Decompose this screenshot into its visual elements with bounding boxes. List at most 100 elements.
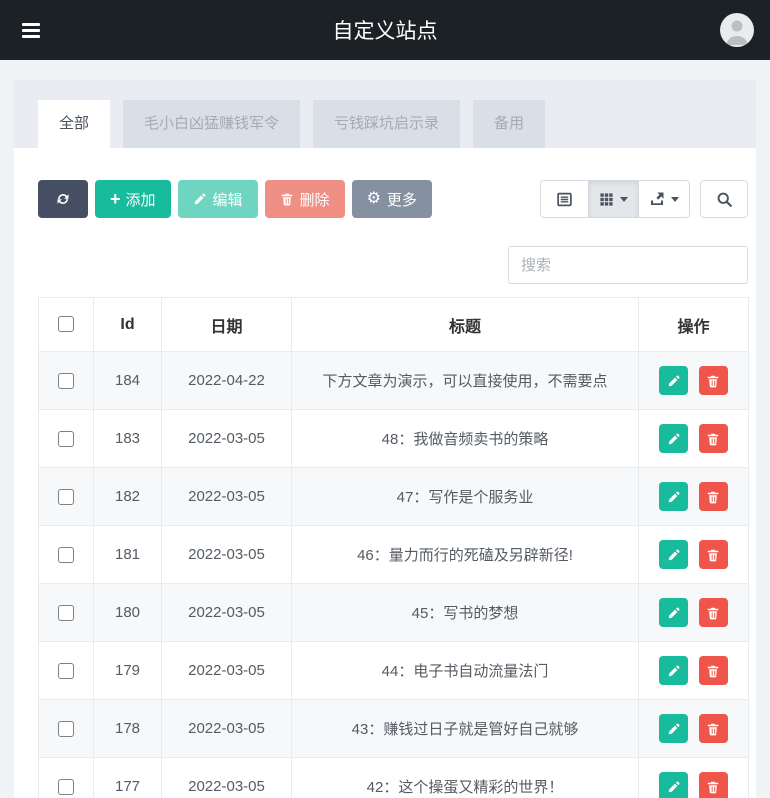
more-button[interactable]: ⚙ 更多 <box>351 180 432 218</box>
row-date: 2022-03-05 <box>161 641 292 700</box>
avatar[interactable] <box>720 13 754 47</box>
row-delete-button[interactable] <box>698 366 728 395</box>
row-actions <box>638 641 749 700</box>
row-id: 177 <box>93 757 162 798</box>
row-date: 2022-03-05 <box>161 583 292 642</box>
refresh-icon <box>57 194 69 204</box>
row-edit-button[interactable] <box>659 714 689 743</box>
row-title: 47：写作是个服务业 <box>291 467 639 526</box>
row-date: 2022-03-05 <box>161 467 292 526</box>
row-select-cell <box>38 641 94 700</box>
search-toggle-button[interactable] <box>700 180 748 218</box>
toggle-view-button[interactable] <box>540 180 588 218</box>
table-tools <box>540 180 748 218</box>
table-row[interactable]: 180 2022-03-05 45：写书的梦想 <box>38 583 749 642</box>
header-date[interactable]: 日期 <box>161 297 292 352</box>
hamburger-icon <box>22 22 40 26</box>
row-edit-button[interactable] <box>659 366 689 395</box>
row-id: 183 <box>93 409 162 468</box>
pencil-icon <box>668 491 680 502</box>
trash-icon <box>707 607 719 619</box>
more-button-label: 更多 <box>386 191 417 209</box>
row-checkbox[interactable] <box>58 779 74 796</box>
row-delete-button[interactable] <box>698 772 728 798</box>
menu-toggle-button[interactable] <box>22 22 46 38</box>
table-row[interactable]: 178 2022-03-05 43：赚钱过日子就是管好自己就够 <box>38 699 749 758</box>
table-row[interactable]: 181 2022-03-05 46：量力而行的死磕及另辟新径! <box>38 525 749 584</box>
tab-4[interactable]: 备用 <box>473 100 546 148</box>
page-body: 全部 毛小白凶猛赚钱军令 亏钱踩坑启示录 备用 + 添加 编辑 删除 ⚙ 更多 … <box>0 60 770 798</box>
columns-button[interactable] <box>588 180 638 218</box>
tab-3[interactable]: 亏钱踩坑启示录 <box>313 100 461 148</box>
row-checkbox[interactable] <box>58 431 74 448</box>
row-actions <box>638 467 749 526</box>
row-delete-button[interactable] <box>698 482 728 511</box>
pencil-icon <box>668 607 680 618</box>
row-delete-button[interactable] <box>698 540 728 569</box>
header-id[interactable]: Id <box>93 297 162 352</box>
select-all-cell <box>38 297 94 352</box>
pencil-icon <box>668 433 680 444</box>
gear-icon: ⚙ <box>366 190 381 207</box>
pencil-icon <box>668 665 680 676</box>
table-row[interactable]: 177 2022-03-05 42：这个操蛋又精彩的世界！ <box>38 757 749 798</box>
row-actions <box>638 351 749 410</box>
edit-button[interactable]: 编辑 <box>177 180 258 218</box>
add-button[interactable]: + 添加 <box>95 180 171 218</box>
pencil-icon <box>668 781 680 792</box>
row-checkbox[interactable] <box>58 547 74 564</box>
row-edit-button[interactable] <box>659 482 689 511</box>
trash-icon <box>707 375 719 387</box>
row-date: 2022-03-05 <box>161 525 292 584</box>
tab-2[interactable]: 毛小白凶猛赚钱军令 <box>123 100 301 148</box>
row-select-cell <box>38 757 94 798</box>
row-edit-button[interactable] <box>659 598 689 627</box>
tab-1[interactable]: 全部 <box>38 100 111 148</box>
row-id: 180 <box>93 583 162 642</box>
tab-bar: 全部 毛小白凶猛赚钱军令 亏钱踩坑启示录 备用 <box>14 80 756 148</box>
row-checkbox[interactable] <box>58 721 74 738</box>
tab-label: 全部 <box>59 115 90 132</box>
row-delete-button[interactable] <box>698 424 728 453</box>
export-icon <box>651 192 664 205</box>
row-actions <box>638 409 749 468</box>
detail-view-icon <box>557 192 572 206</box>
view-button-group <box>540 180 690 218</box>
export-button[interactable] <box>638 180 690 218</box>
row-edit-button[interactable] <box>659 656 689 685</box>
row-edit-button[interactable] <box>659 772 689 798</box>
trash-icon <box>281 193 292 206</box>
row-checkbox[interactable] <box>58 605 74 622</box>
table-row[interactable]: 183 2022-03-05 48：我做音频卖书的策略 <box>38 409 749 468</box>
table-row[interactable]: 184 2022-04-22 下方文章为演示，可以直接使用，不需要点 <box>38 351 749 410</box>
table-row[interactable]: 179 2022-03-05 44：电子书自动流量法门 <box>38 641 749 700</box>
search-input[interactable] <box>508 246 748 284</box>
table-row[interactable]: 182 2022-03-05 47：写作是个服务业 <box>38 467 749 526</box>
row-edit-button[interactable] <box>659 424 689 453</box>
row-select-cell <box>38 525 94 584</box>
row-checkbox[interactable] <box>58 489 74 506</box>
row-edit-button[interactable] <box>659 540 689 569</box>
row-checkbox[interactable] <box>58 663 74 680</box>
row-date: 2022-03-05 <box>161 409 292 468</box>
header-title[interactable]: 标题 <box>291 297 639 352</box>
row-checkbox[interactable] <box>58 373 74 390</box>
refresh-button[interactable] <box>38 180 88 218</box>
row-delete-button[interactable] <box>698 598 728 627</box>
row-title: 48：我做音频卖书的策略 <box>291 409 639 468</box>
tab-label: 备用 <box>494 115 525 132</box>
row-title: 42：这个操蛋又精彩的世界！ <box>291 757 639 798</box>
row-title: 44：电子书自动流量法门 <box>291 641 639 700</box>
toolbar-buttons: + 添加 编辑 删除 ⚙ 更多 <box>38 180 432 218</box>
row-delete-button[interactable] <box>698 656 728 685</box>
select-all-checkbox[interactable] <box>58 316 74 333</box>
delete-button[interactable]: 删除 <box>264 180 345 218</box>
row-id: 184 <box>93 351 162 410</box>
row-delete-button[interactable] <box>698 714 728 743</box>
row-title: 43：赚钱过日子就是管好自己就够 <box>291 699 639 758</box>
row-title: 下方文章为演示，可以直接使用，不需要点 <box>291 351 639 410</box>
row-actions <box>638 757 749 798</box>
row-select-cell <box>38 351 94 410</box>
content-panel: 全部 毛小白凶猛赚钱军令 亏钱踩坑启示录 备用 + 添加 编辑 删除 ⚙ 更多 … <box>14 80 756 798</box>
page-title: 自定义站点 <box>332 20 438 43</box>
